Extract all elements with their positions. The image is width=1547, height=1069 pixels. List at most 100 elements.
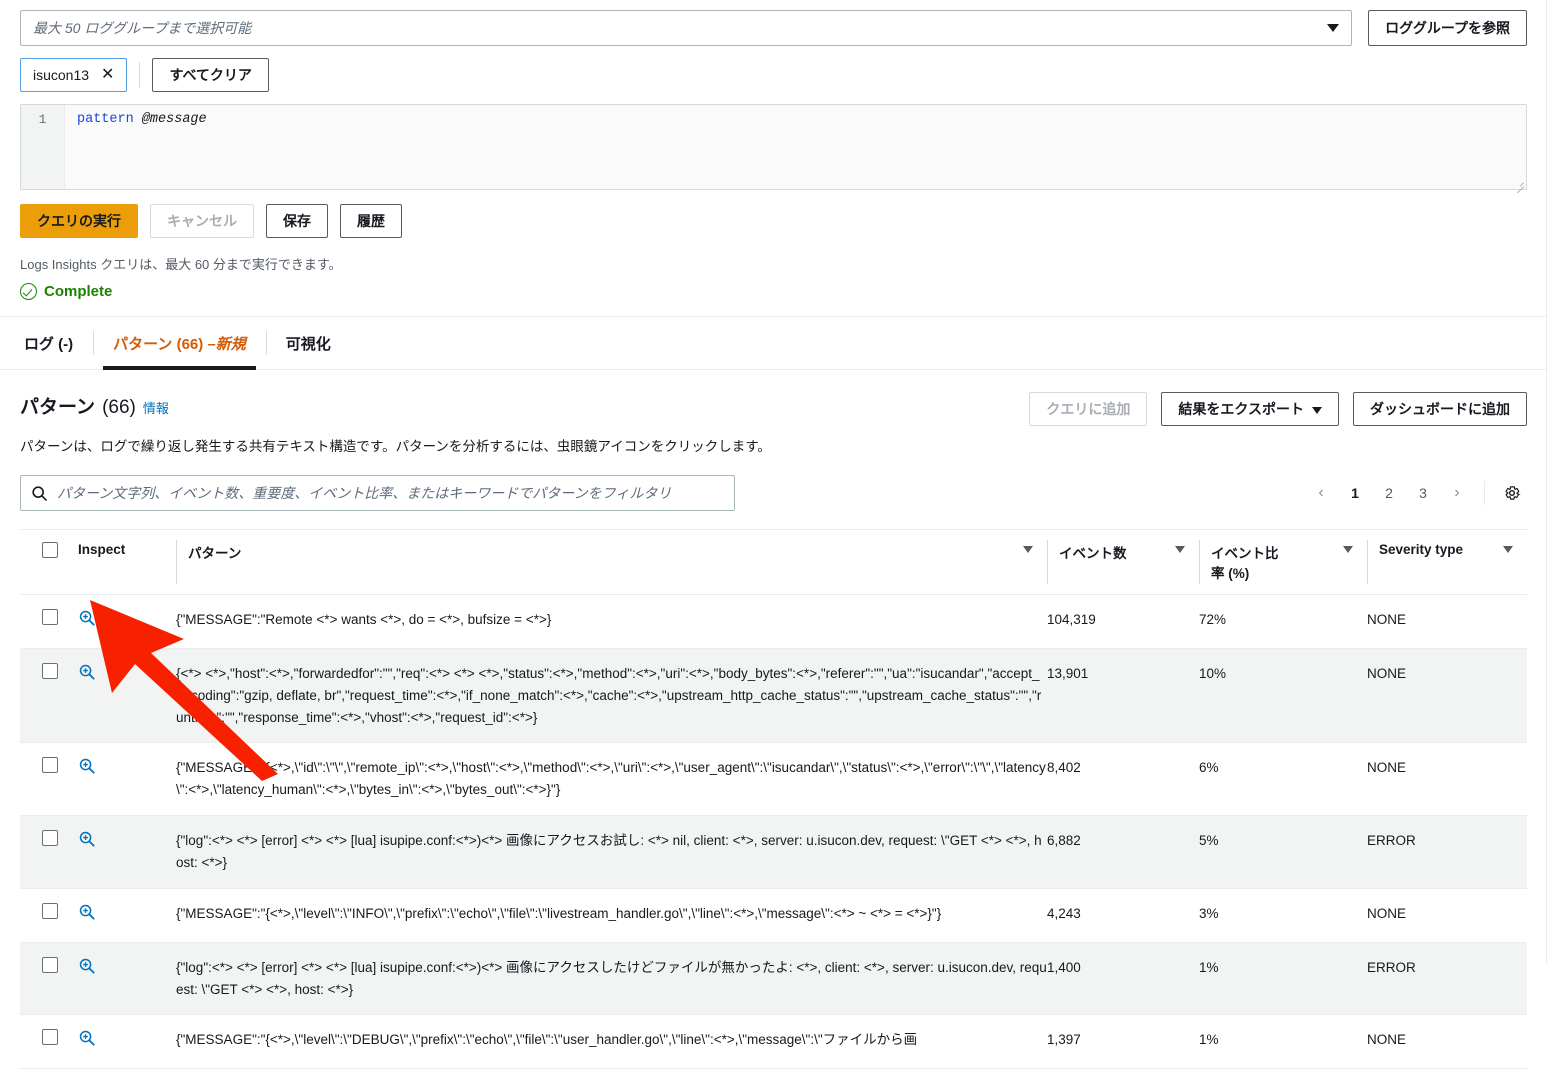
- query-editor[interactable]: 1 pattern @message: [20, 104, 1527, 194]
- gear-icon[interactable]: [1497, 478, 1527, 508]
- tab-visualization[interactable]: 可視化: [265, 317, 351, 369]
- row-event-count-cell: 8,402: [1047, 742, 1199, 817]
- search-input[interactable]: パターン文字列、イベント数、重要度、イベント比率、またはキーワードでパターンをフ…: [20, 475, 735, 511]
- inspect-magnifier-icon[interactable]: [78, 609, 96, 634]
- editor-gutter: 1: [21, 105, 65, 189]
- log-group-select[interactable]: 最大 50 ロググループまで選択可能: [20, 10, 1353, 46]
- pagination-next[interactable]: ›: [1442, 478, 1472, 508]
- info-link[interactable]: 情報: [143, 398, 169, 417]
- log-group-token[interactable]: isucon13 ✕: [20, 58, 128, 92]
- query-status-label: Complete: [44, 283, 113, 300]
- inspect-magnifier-icon[interactable]: [78, 903, 96, 928]
- cancel-button: キャンセル: [150, 204, 254, 238]
- row-event-ratio-cell: 6%: [1199, 742, 1367, 817]
- row-pattern-cell: {"log":<*> <*> [error] <*> <*> [lua] isu…: [176, 815, 1047, 889]
- add-to-query-button: クエリに追加: [1029, 392, 1148, 426]
- patterns-actions: クエリに追加 結果をエクスポート ダッシュボードに追加: [1029, 392, 1527, 426]
- column-inspect-label: Inspect: [78, 542, 126, 557]
- sort-caret-icon[interactable]: [1343, 546, 1353, 553]
- resize-handle-icon[interactable]: [1514, 177, 1524, 194]
- inspect-magnifier-icon[interactable]: [78, 830, 96, 855]
- select-all-header: [20, 529, 78, 595]
- run-query-button[interactable]: クエリの実行: [20, 204, 138, 238]
- clear-all-button[interactable]: すべてクリア: [152, 58, 269, 92]
- sort-caret-icon[interactable]: [1175, 546, 1185, 553]
- table-row[interactable]: {<*> <*>,"host":<*>,"forwardedfor":"","r…: [20, 648, 1527, 744]
- row-event-count-cell: 13,901: [1047, 648, 1199, 744]
- query-field: @message: [141, 112, 207, 127]
- page-title: パターン (66) 情報: [20, 392, 169, 419]
- row-checkbox[interactable]: [42, 902, 58, 919]
- row-checkbox[interactable]: [42, 1029, 58, 1046]
- pagination-page-3[interactable]: 3: [1408, 478, 1438, 508]
- patterns-filter-row: パターン文字列、イベント数、重要度、イベント比率、またはキーワードでパターンをフ…: [20, 475, 1527, 511]
- pagination-page-1[interactable]: 1: [1340, 478, 1370, 508]
- row-checkbox[interactable]: [42, 830, 58, 847]
- row-severity-cell: NONE: [1367, 742, 1527, 817]
- chevron-down-icon[interactable]: [1327, 24, 1340, 32]
- inspect-magnifier-icon[interactable]: [78, 957, 96, 982]
- row-checkbox[interactable]: [42, 757, 58, 774]
- row-event-count-cell: 1,397: [1047, 1014, 1199, 1069]
- row-checkbox[interactable]: [42, 956, 58, 973]
- table-row[interactable]: {"log":<*> <*> [error] <*> <*> [lua] isu…: [20, 942, 1527, 1016]
- pagination: ‹ 1 2 3 ›: [1306, 478, 1527, 508]
- row-inspect-cell: [78, 648, 176, 744]
- sort-caret-icon[interactable]: [1023, 546, 1033, 553]
- row-event-ratio-cell: 5%: [1199, 815, 1367, 889]
- pagination-prev[interactable]: ‹: [1306, 478, 1336, 508]
- check-circle-icon: [20, 283, 37, 300]
- editor-content[interactable]: pattern @message: [65, 105, 1526, 189]
- inspect-magnifier-icon[interactable]: [78, 1029, 96, 1054]
- row-severity-cell: NONE: [1367, 1014, 1527, 1069]
- table-row[interactable]: {"MESSAGE":"{<*>,\"level\":\"INFO\",\"pr…: [20, 888, 1527, 943]
- row-checkbox[interactable]: [42, 609, 58, 625]
- query-actions: クエリの実行 キャンセル 保存 履歴: [20, 204, 1527, 238]
- tab-patterns-new-badge: 新規: [215, 335, 246, 353]
- select-all-checkbox[interactable]: [42, 542, 58, 558]
- row-select-cell: [20, 594, 78, 649]
- row-select-cell: [20, 648, 78, 744]
- export-results-label: 結果をエクスポート: [1178, 401, 1304, 417]
- close-icon[interactable]: ✕: [101, 67, 114, 83]
- table-header-row: Inspect パターン イベント数 イベント比率 (%) Severity t…: [20, 529, 1527, 595]
- save-button[interactable]: 保存: [266, 204, 328, 238]
- row-select-cell: [20, 888, 78, 943]
- table-row[interactable]: {"MESSAGE":"{<*>,\"level\":\"DEBUG\",\"p…: [20, 1014, 1527, 1069]
- chevron-down-icon: [1312, 407, 1322, 414]
- inspect-magnifier-icon[interactable]: [78, 663, 96, 688]
- row-pattern-cell: {"MESSAGE":"{<*>,\"id\":\"\",\"remote_ip…: [176, 742, 1047, 817]
- tab-patterns-label: パターン (66) –: [113, 335, 216, 353]
- query-runtime-hint: Logs Insights クエリは、最大 60 分まで実行できます。: [20, 257, 342, 272]
- tab-patterns[interactable]: パターン (66) – 新規: [93, 317, 266, 370]
- row-select-cell: [20, 1014, 78, 1069]
- row-severity-cell: NONE: [1367, 888, 1527, 943]
- row-checkbox[interactable]: [42, 662, 58, 679]
- divider: [1484, 481, 1485, 505]
- query-keyword: pattern: [77, 112, 134, 127]
- row-severity-cell: NONE: [1367, 594, 1527, 649]
- browse-log-groups-button[interactable]: ロググループを参照: [1368, 10, 1527, 46]
- row-inspect-cell: [78, 942, 176, 1016]
- column-severity-label: Severity type: [1379, 542, 1464, 557]
- history-button[interactable]: 履歴: [340, 204, 402, 238]
- patterns-section: パターン (66) 情報 クエリに追加 結果をエクスポート ダッシュボードに追加…: [0, 370, 1547, 1069]
- row-inspect-cell: [78, 742, 176, 817]
- line-number: 1: [38, 112, 47, 127]
- row-event-ratio-cell: 72%: [1199, 594, 1367, 649]
- column-pattern: パターン: [176, 529, 1047, 595]
- row-pattern-cell: {"MESSAGE":"{<*>,\"level\":\"INFO\",\"pr…: [176, 888, 1047, 943]
- inspect-magnifier-icon[interactable]: [78, 757, 96, 782]
- export-results-button[interactable]: 結果をエクスポート: [1161, 392, 1339, 426]
- sort-caret-icon[interactable]: [1503, 546, 1513, 553]
- column-severity: Severity type: [1367, 529, 1527, 595]
- tab-logs[interactable]: ログ (-): [20, 317, 93, 369]
- row-event-count-cell: 104,319: [1047, 594, 1199, 649]
- pagination-page-2[interactable]: 2: [1374, 478, 1404, 508]
- table-row[interactable]: {"log":<*> <*> [error] <*> <*> [lua] isu…: [20, 815, 1527, 889]
- table-row[interactable]: {"MESSAGE":"{<*>,\"id\":\"\",\"remote_ip…: [20, 742, 1527, 817]
- add-to-dashboard-button[interactable]: ダッシュボードに追加: [1353, 392, 1527, 426]
- column-inspect: Inspect: [78, 529, 176, 595]
- table-row[interactable]: {"MESSAGE":"Remote <*> wants <*>, do = <…: [20, 594, 1527, 649]
- row-severity-cell: ERROR: [1367, 815, 1527, 889]
